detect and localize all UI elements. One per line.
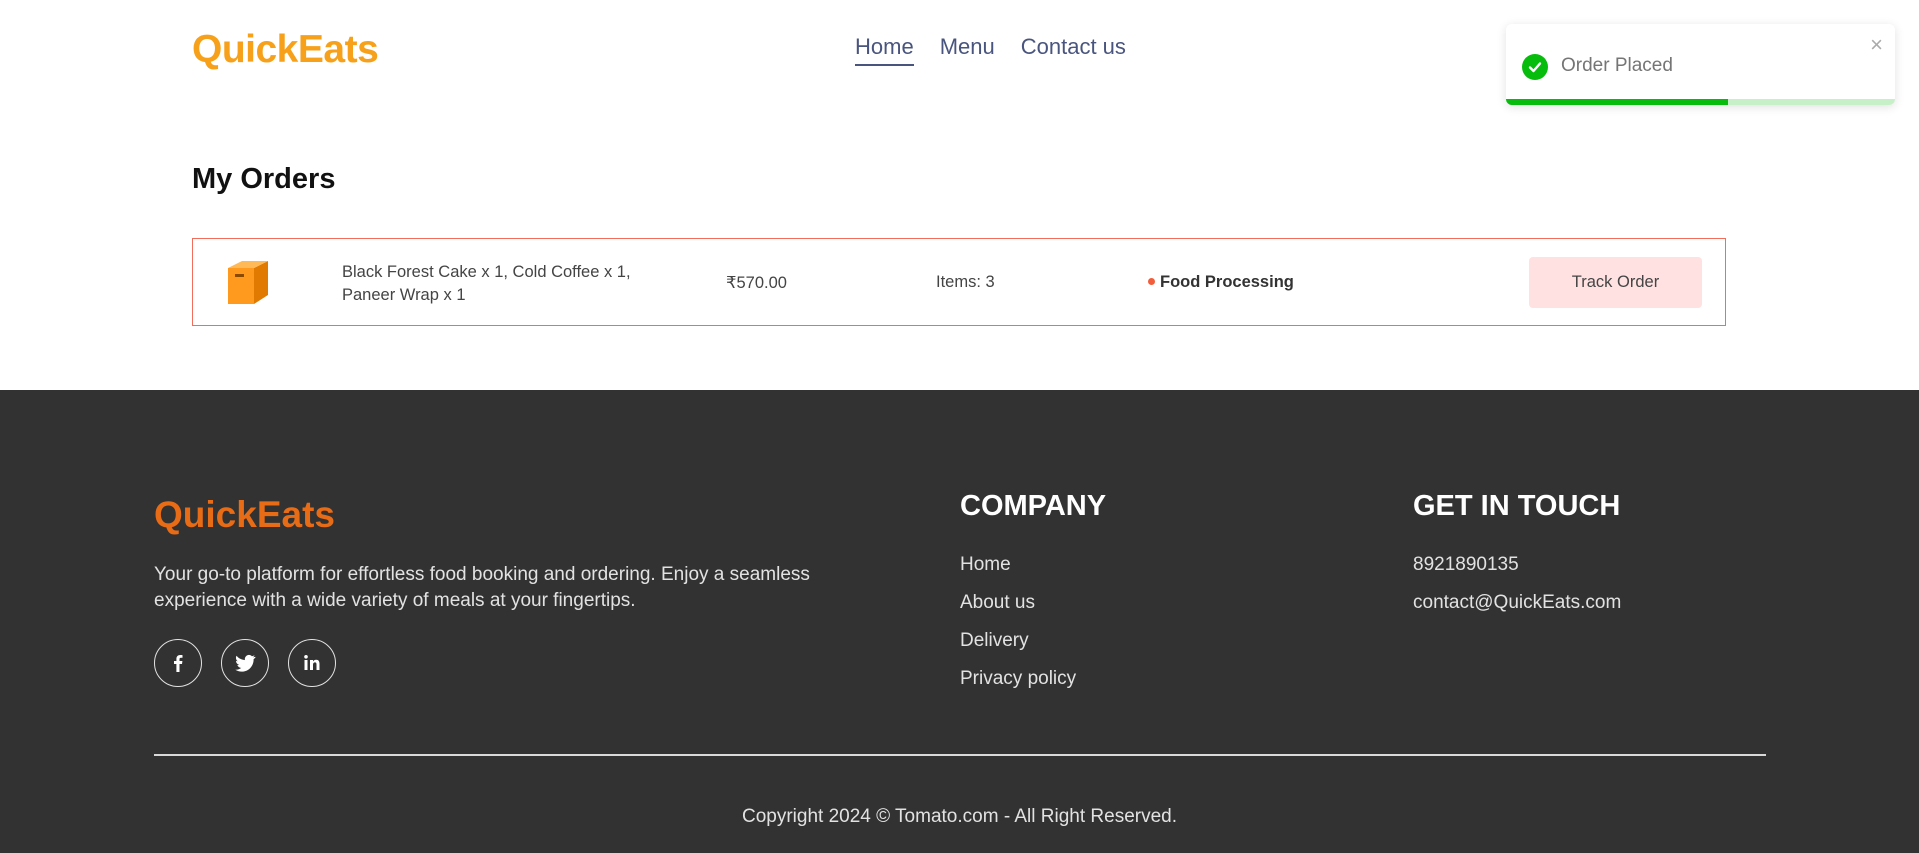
footer-link-home[interactable]: Home: [960, 546, 1076, 584]
page-title: My Orders: [192, 163, 336, 195]
footer-description: Your go-to platform for effortless food …: [154, 564, 810, 611]
success-check-icon: [1522, 54, 1548, 80]
toast-progress-fill: [1506, 99, 1728, 105]
footer-link-about-us[interactable]: About us: [960, 584, 1076, 622]
close-icon[interactable]: ×: [1870, 34, 1883, 56]
company-links: Home About us Delivery Privacy policy: [960, 546, 1076, 698]
order-status-label: Food Processing: [1160, 273, 1294, 291]
footer-link-delivery[interactable]: Delivery: [960, 622, 1076, 660]
order-status: Food Processing: [1148, 273, 1294, 292]
footer-divider: [154, 754, 1766, 756]
order-items-text: Black Forest Cake x 1, Cold Coffee x 1, …: [342, 263, 631, 304]
track-order-button[interactable]: Track Order: [1529, 257, 1702, 308]
nav-contact-us[interactable]: Contact us: [1021, 34, 1126, 66]
facebook-icon[interactable]: [154, 639, 202, 687]
site-footer: QuickEats Your go-to platform for effort…: [0, 390, 1919, 853]
social-links: [154, 639, 336, 687]
footer-logo[interactable]: QuickEats: [154, 494, 335, 536]
toast-progress-bar: [1506, 99, 1895, 105]
order-placed-toast[interactable]: Order Placed ×: [1506, 24, 1895, 105]
nav-menu[interactable]: Menu: [940, 34, 995, 66]
status-dot-icon: [1148, 278, 1155, 285]
twitter-icon[interactable]: [221, 639, 269, 687]
site-logo[interactable]: QuickEats: [192, 28, 379, 72]
main-nav: Home Menu Contact us: [855, 34, 1126, 66]
company-heading: COMPANY: [960, 490, 1107, 522]
contact-email: contact@QuickEats.com: [1413, 592, 1622, 613]
contact-details: 8921890135 contact@QuickEats.com: [1413, 546, 1621, 622]
contact-phone: 8921890135: [1413, 554, 1519, 575]
linkedin-icon[interactable]: [288, 639, 336, 687]
toast-message: Order Placed: [1561, 55, 1673, 76]
order-amount: ₹570.00: [726, 274, 787, 292]
footer-link-privacy-policy[interactable]: Privacy policy: [960, 660, 1076, 698]
copyright-text: Copyright 2024 © Tomato.com - All Right …: [741, 806, 1177, 827]
parcel-icon: [224, 257, 274, 312]
order-item-count: Items: 3: [936, 273, 995, 291]
nav-home[interactable]: Home: [855, 34, 914, 66]
order-row: Black Forest Cake x 1, Cold Coffee x 1, …: [192, 238, 1726, 326]
contact-heading: GET IN TOUCH: [1413, 490, 1621, 522]
